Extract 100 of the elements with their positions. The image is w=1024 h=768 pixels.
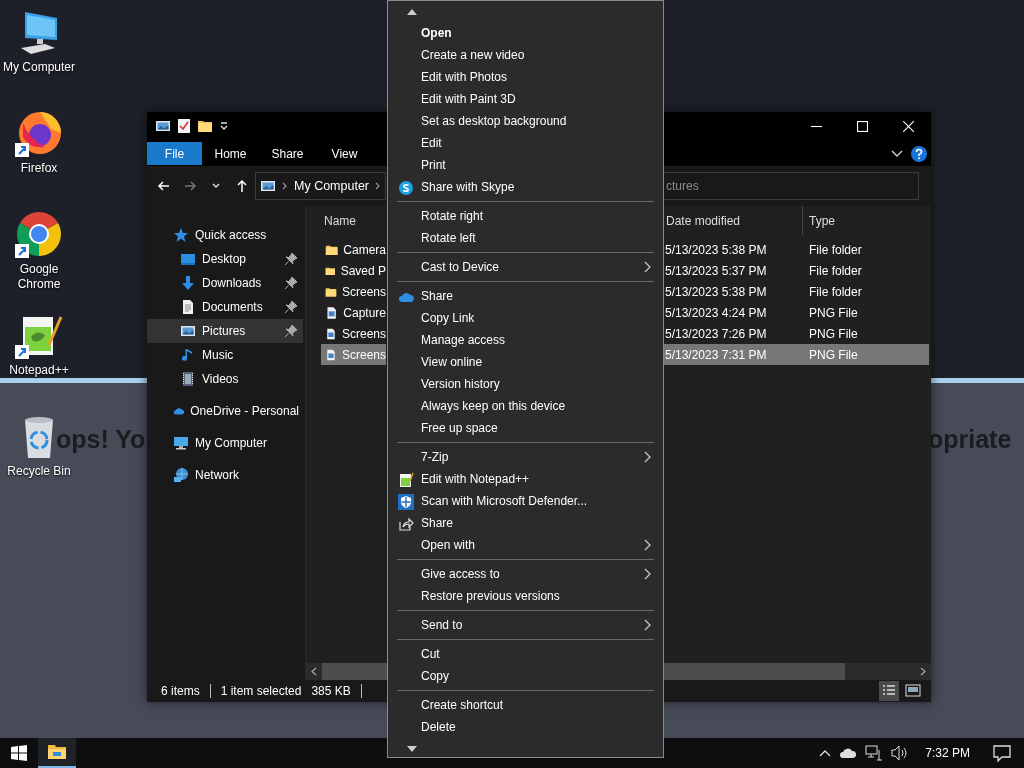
nav-item[interactable]: My Computer [147, 431, 303, 455]
file-name-cell[interactable]: Camera [321, 239, 386, 260]
selection-count: 1 item selected [220, 683, 302, 700]
windows-logo-icon[interactable] [11, 745, 27, 761]
firefox-icon[interactable] [15, 109, 63, 157]
menu-item[interactable]: Free up space [388, 417, 663, 439]
nav-item[interactable]: Downloads [147, 271, 303, 295]
large-icons-view-icon [905, 683, 921, 699]
menu-item[interactable]: View online [388, 351, 663, 373]
menu-item[interactable]: Share [388, 285, 663, 307]
scroll-down-icon[interactable] [407, 745, 417, 752]
menu-item[interactable]: Always keep on this device [388, 395, 663, 417]
taskbar-app[interactable] [38, 738, 76, 768]
menu-item[interactable]: 7-Zip [388, 446, 663, 468]
menu-item[interactable]: Restore previous versions [388, 585, 663, 607]
ribbon-tab[interactable]: Home [202, 142, 259, 165]
desktop-icon-label[interactable]: Firefox [0, 161, 78, 176]
help-icon[interactable] [911, 146, 927, 162]
desktop-icon-label[interactable]: My Computer [0, 60, 78, 75]
menu-item[interactable]: Print [388, 154, 663, 176]
menu-item[interactable]: Edit with Photos [388, 66, 663, 88]
menu-item[interactable]: Edit with Paint 3D [388, 88, 663, 110]
address-bar[interactable]: My Computer [255, 172, 386, 200]
menu-item[interactable]: Create a new video [388, 44, 663, 66]
file-size: 385 KB [311, 683, 351, 700]
cloud-icon[interactable] [839, 747, 858, 759]
pin-icon[interactable] [283, 275, 299, 291]
network-icon[interactable] [865, 745, 884, 761]
nav-item[interactable]: OneDrive - Personal [147, 399, 303, 423]
document-icon [180, 299, 196, 315]
up-arrow-icon[interactable] [235, 179, 249, 193]
desktop-icon-label[interactable]: Notepad++ [0, 363, 78, 378]
back-arrow-icon[interactable] [157, 179, 171, 193]
menu-item[interactable]: Edit with Notepad++ [388, 468, 663, 490]
folder-icon[interactable] [197, 118, 213, 134]
volume-icon[interactable] [891, 745, 910, 761]
menu-item[interactable]: Copy Link [388, 307, 663, 329]
file-name-cell[interactable]: Screens [321, 344, 386, 365]
file-details-row[interactable]: 5/13/2023 5:38 PM File folder [663, 281, 929, 302]
search-field[interactable]: ctures [661, 172, 919, 200]
menu-item[interactable]: Share [388, 512, 663, 534]
notification-icon[interactable] [992, 744, 1012, 762]
menu-item[interactable]: Share with Skype [388, 176, 663, 198]
menu-item[interactable]: Scan with Microsoft Defender... [388, 490, 663, 512]
maximize-icon[interactable] [856, 120, 868, 132]
nav-item[interactable]: Pictures [147, 319, 303, 343]
clock[interactable]: 7:32 PM [925, 744, 970, 762]
file-details-row[interactable]: 5/13/2023 7:31 PM PNG File [663, 344, 929, 365]
file-name-cell[interactable]: Capture [321, 302, 386, 323]
ribbon-tab[interactable]: View [316, 142, 373, 165]
menu-item[interactable]: Send to [388, 614, 663, 636]
file-details-row[interactable]: 5/13/2023 7:26 PM PNG File [663, 323, 929, 344]
star-icon [173, 227, 189, 243]
file-name-cell[interactable]: Screens [321, 281, 386, 302]
menu-item[interactable]: Give access to [388, 563, 663, 585]
nav-item[interactable]: Quick access [147, 223, 303, 247]
menu-item[interactable]: Copy [388, 665, 663, 687]
menu-item[interactable]: Create shortcut [388, 694, 663, 716]
column-header[interactable]: Date modified [663, 206, 802, 235]
desktop-icon-label[interactable]: Google Chrome [0, 262, 78, 292]
nav-item[interactable]: Documents [147, 295, 303, 319]
chevron-down-icon[interactable] [891, 150, 903, 158]
close-icon[interactable] [902, 120, 914, 132]
ribbon-tab[interactable]: Share [259, 142, 316, 165]
nav-item[interactable]: Network [147, 463, 303, 487]
dropdown-icon[interactable] [219, 121, 229, 131]
file-name-cell[interactable]: Screens [321, 323, 386, 344]
menu-item[interactable]: Cut [388, 643, 663, 665]
file-menu-button[interactable]: File [147, 142, 202, 165]
pin-icon[interactable] [283, 323, 299, 339]
menu-item[interactable]: Version history [388, 373, 663, 395]
pin-icon[interactable] [283, 251, 299, 267]
nav-item[interactable]: Videos [147, 367, 303, 391]
chrome-icon[interactable] [15, 210, 63, 258]
breadcrumb-item[interactable]: My Computer [294, 176, 370, 196]
menu-item[interactable]: Rotate right [388, 205, 663, 227]
nav-item[interactable]: Music [147, 343, 303, 367]
menu-item[interactable]: Open [388, 22, 663, 44]
view-button[interactable] [879, 681, 899, 701]
chevron-up-icon[interactable] [819, 749, 832, 757]
scroll-up-icon[interactable] [407, 8, 417, 15]
column-header[interactable]: Name [321, 206, 386, 235]
menu-item[interactable]: Manage access [388, 329, 663, 351]
pin-icon[interactable] [283, 299, 299, 315]
menu-item[interactable]: Rotate left [388, 227, 663, 249]
menu-item[interactable]: Cast to Device [388, 256, 663, 278]
column-header[interactable]: Type [802, 206, 922, 235]
forward-arrow-icon[interactable] [183, 179, 197, 193]
menu-item[interactable]: Delete [388, 716, 663, 738]
file-name-cell[interactable]: Saved P [321, 260, 386, 281]
image-file-icon [325, 304, 339, 321]
nav-item[interactable]: Desktop [147, 247, 303, 271]
desktop-icon-label[interactable]: Recycle Bin [0, 464, 78, 479]
properties-icon[interactable] [177, 118, 191, 134]
computer-icon [173, 435, 189, 451]
menu-item[interactable]: Open with [388, 534, 663, 556]
file-details-row[interactable]: 5/13/2023 5:37 PM File folder [663, 260, 929, 281]
file-details-row[interactable]: 5/13/2023 5:38 PM File folder [663, 239, 929, 260]
menu-item[interactable]: Edit [388, 132, 663, 154]
file-details-row[interactable]: 5/13/2023 4:24 PM PNG File [663, 302, 929, 323]
